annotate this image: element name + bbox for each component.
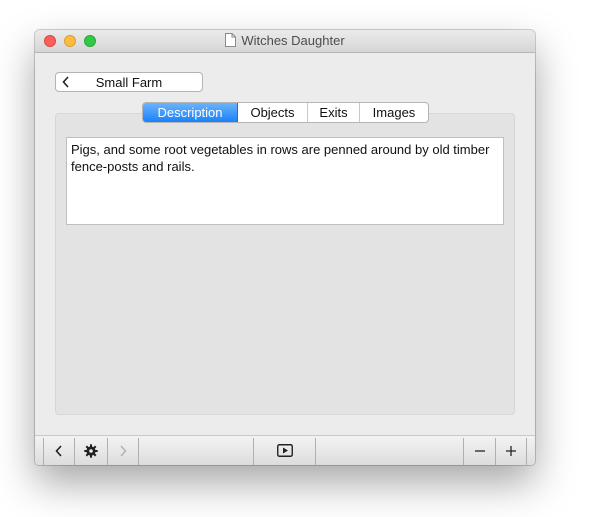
toolbar-separator — [138, 438, 139, 465]
tab-objects[interactable]: Objects — [238, 103, 308, 122]
document-icon — [225, 33, 237, 50]
chevron-left-icon — [54, 444, 64, 461]
title-bar[interactable]: Witches Daughter — [35, 30, 535, 53]
play-icon — [276, 444, 293, 460]
remove-button[interactable] — [463, 438, 495, 465]
window-title-container: Witches Daughter — [35, 33, 535, 50]
tab-images[interactable]: Images — [360, 103, 428, 122]
tab-description[interactable]: Description — [143, 103, 238, 122]
play-button[interactable] — [253, 438, 316, 465]
gear-icon — [84, 443, 98, 461]
tab-bar: Description Objects Exits Images — [142, 102, 429, 123]
minus-icon — [474, 445, 486, 460]
forward-button[interactable] — [107, 438, 138, 465]
bottom-toolbar — [35, 435, 535, 465]
back-button[interactable] — [43, 438, 74, 465]
plus-icon — [505, 445, 517, 460]
settings-button[interactable] — [74, 438, 107, 465]
add-button[interactable] — [495, 438, 527, 465]
back-to-location-button[interactable]: Small Farm — [55, 72, 203, 92]
window-title: Witches Daughter — [241, 33, 345, 48]
chevron-right-icon — [118, 444, 128, 461]
description-text-area[interactable]: Pigs, and some root vegetables in rows a… — [66, 137, 504, 225]
app-window: Witches Daughter Small Farm Description … — [35, 30, 535, 465]
back-button-label: Small Farm — [95, 75, 163, 90]
tab-exits[interactable]: Exits — [308, 103, 360, 122]
